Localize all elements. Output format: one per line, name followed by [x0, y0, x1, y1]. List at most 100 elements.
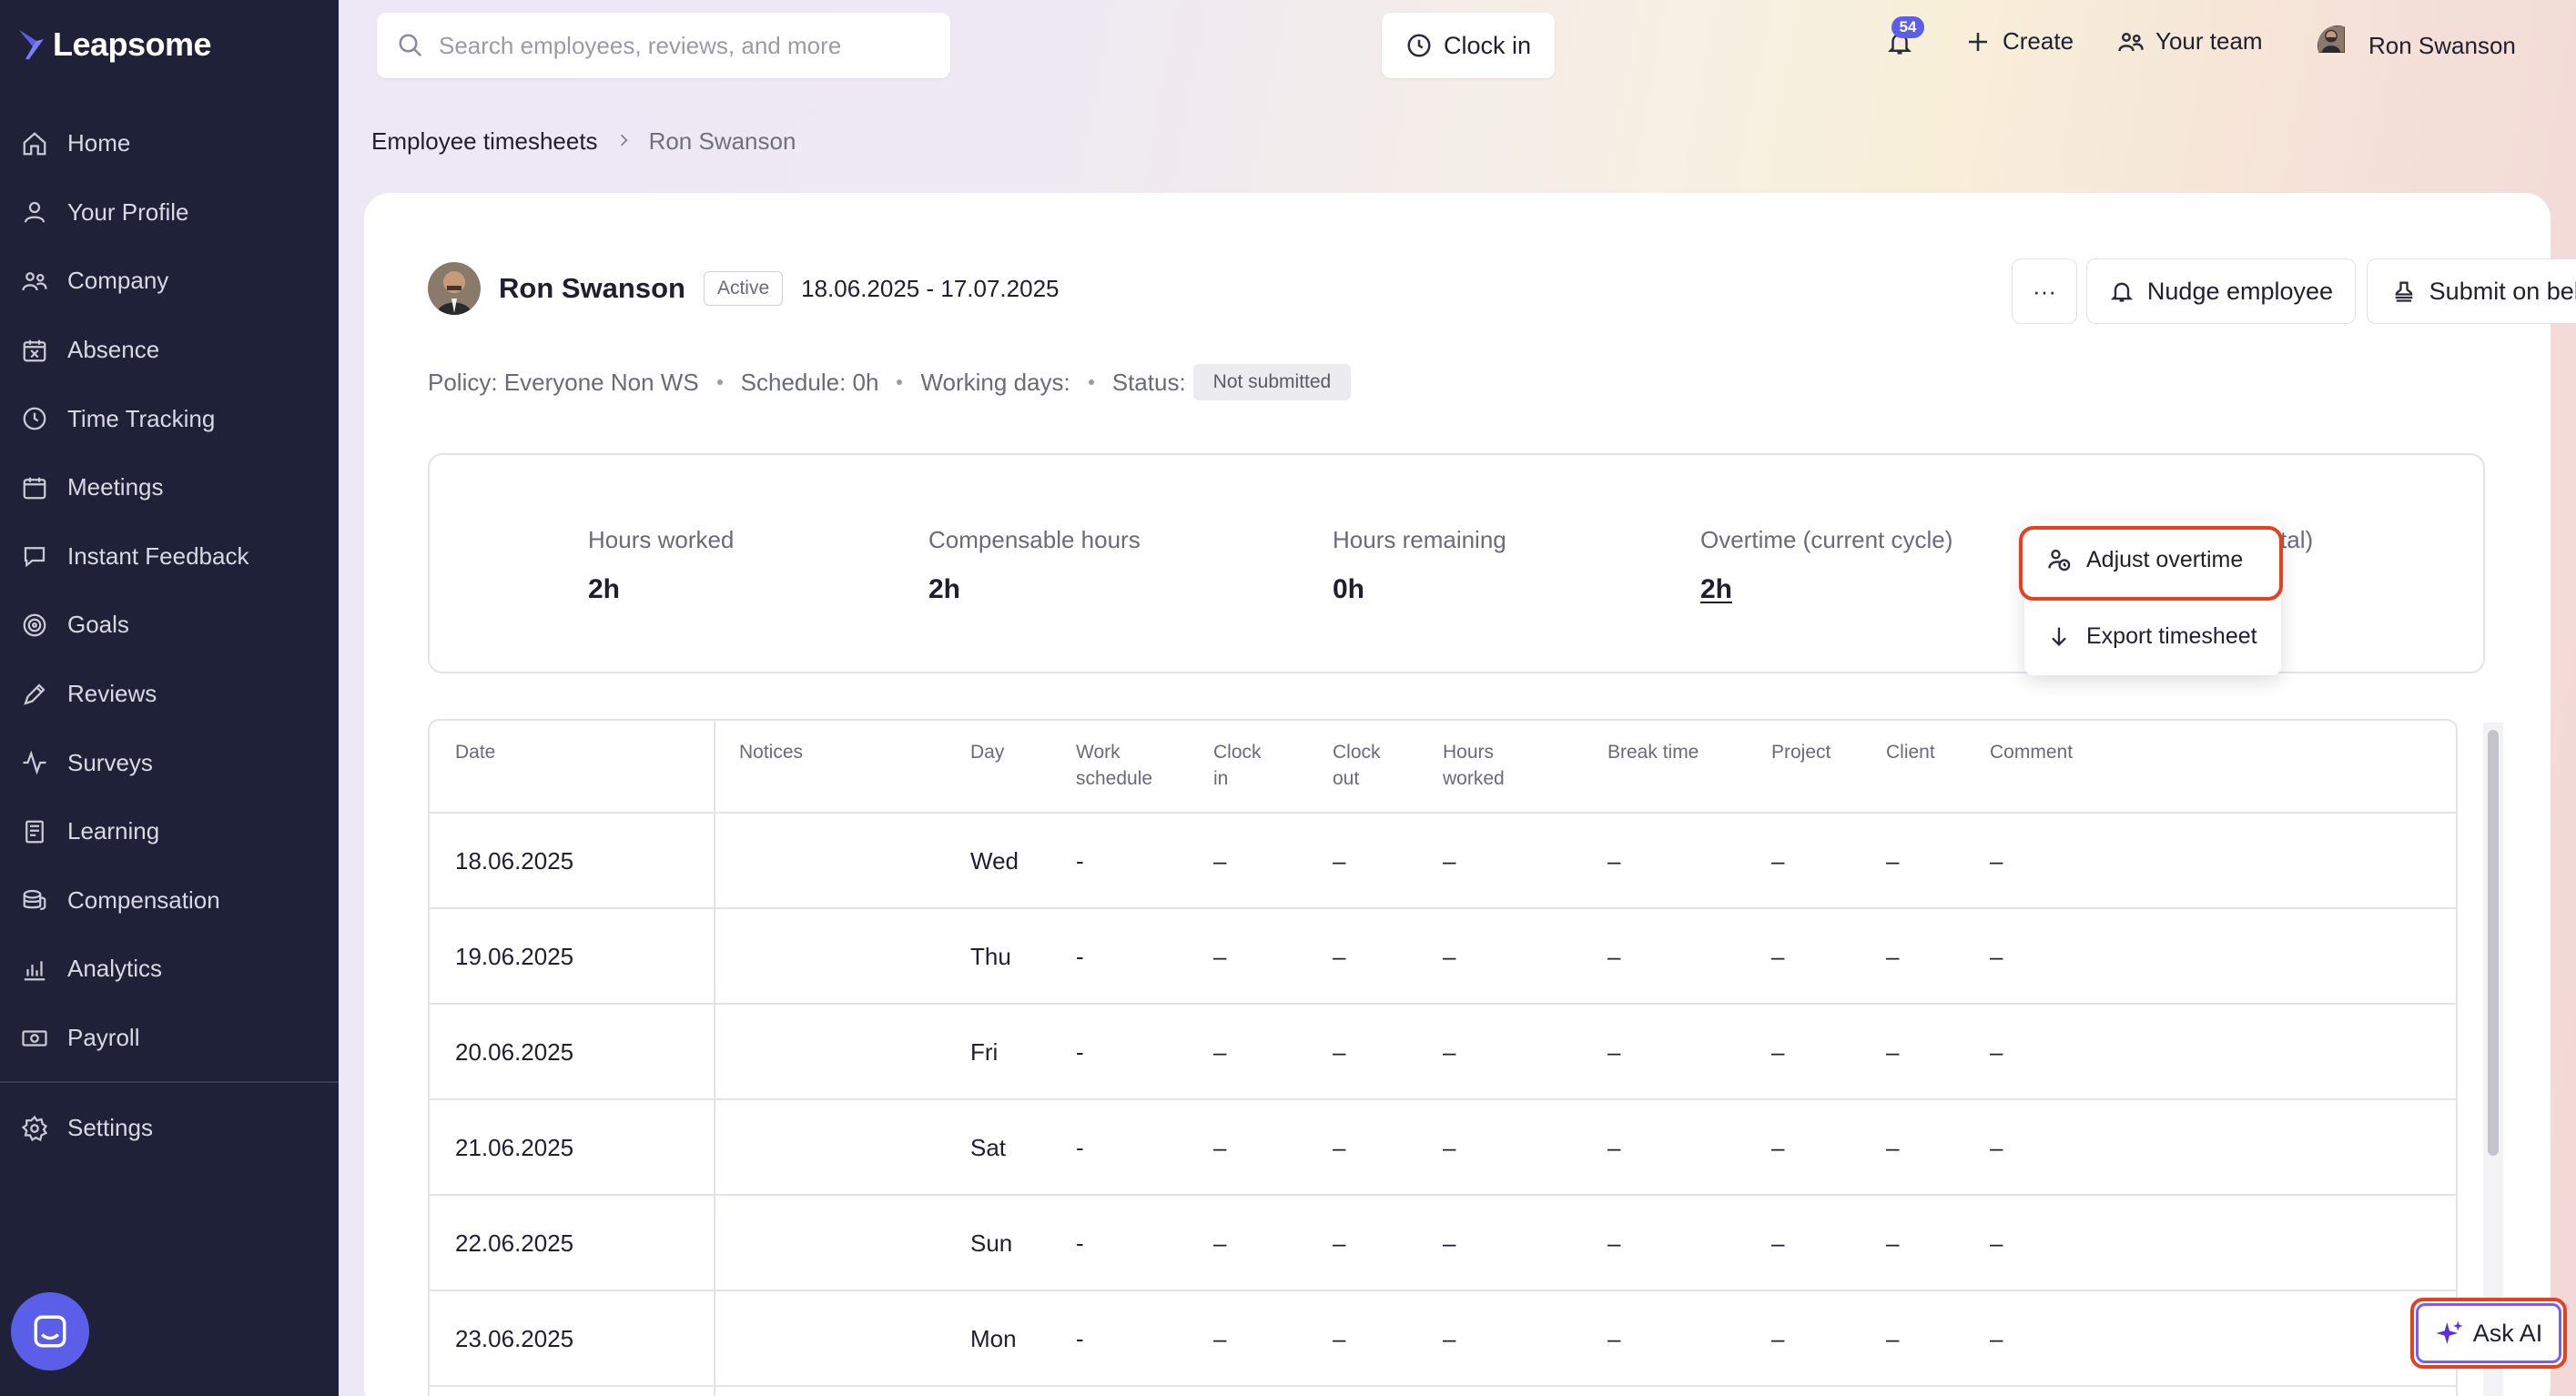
column-header-client: Client [1886, 742, 1935, 763]
target-icon [20, 611, 49, 640]
date-range: 18.06.2025 - 17.07.2025 [801, 274, 1060, 302]
stat-label: Hours remaining [1333, 526, 1506, 553]
table-header: Date Notices Day Work schedule Clock in … [430, 721, 2456, 814]
cell-work-schedule: - [1076, 847, 1084, 875]
cell-date: 19.06.2025 [455, 943, 574, 970]
create-button[interactable]: Create [1964, 27, 2074, 56]
column-header-comment: Comment [1990, 742, 2074, 763]
book-icon [20, 817, 49, 846]
pen-icon [20, 680, 49, 709]
cell-clock-in: – [1213, 1229, 1227, 1257]
cell-client: – [1886, 943, 1900, 970]
cell-clock-in: – [1213, 943, 1227, 970]
cell-hours-worked: – [1443, 1134, 1456, 1161]
status-label: Status: [1111, 368, 1186, 396]
cell-day: Sun [970, 1229, 1013, 1257]
working-days-text: Working days: [920, 368, 1070, 396]
sidebar-item-analytics[interactable]: Analytics [0, 935, 339, 1004]
nudge-employee-button[interactable]: Nudge employee [2086, 258, 2356, 324]
sidebar-item-reviews[interactable]: Reviews [0, 660, 339, 729]
table-scrollbar-thumb[interactable] [2488, 730, 2499, 1156]
sidebar-item-label: Compensation [67, 885, 220, 914]
main-area: Clock in 54 Create Your team Ron Swanson… [339, 0, 2576, 1396]
sidebar-item-compensation[interactable]: Compensation [0, 866, 339, 936]
sidebar-item-label: Meetings [67, 473, 164, 501]
more-options-button[interactable]: ··· [2012, 258, 2077, 324]
policy-details: Policy: Everyone Non WS Schedule: 0h Wor… [428, 364, 1352, 400]
cell-hours-worked: – [1443, 1038, 1456, 1066]
sidebar-item-surveys[interactable]: Surveys [0, 728, 339, 797]
leapsome-logo[interactable]: Leapsome [16, 25, 212, 64]
sidebar-item-meetings[interactable]: Meetings [0, 453, 339, 522]
column-header-date: Date [455, 742, 496, 763]
sidebar-item-instant-feedback[interactable]: Instant Feedback [0, 522, 339, 592]
your-team-button[interactable]: Your team [2117, 27, 2263, 56]
timesheet-table: Date Notices Day Work schedule Clock in … [428, 719, 2458, 1396]
ask-ai-button[interactable]: Ask AI [2410, 1298, 2567, 1369]
cell-client: – [1886, 1229, 1900, 1257]
cell-break-time: – [1607, 847, 1621, 875]
bell-icon [2110, 282, 2134, 302]
support-chat-button[interactable] [11, 1292, 89, 1371]
sidebar-item-company[interactable]: Company [0, 247, 339, 316]
submission-status-badge: Not submitted [1192, 364, 1352, 400]
cell-hours-worked: – [1443, 943, 1456, 970]
sidebar-item-label: Learning [67, 817, 160, 845]
sidebar-item-time-tracking[interactable]: Time Tracking [0, 384, 339, 453]
cell-day: Fri [970, 1038, 999, 1066]
company-icon [20, 267, 49, 296]
stat-label: Hours worked [588, 526, 735, 553]
stat-value: 0h [1333, 574, 1365, 604]
clock-in-button[interactable]: Clock in [1382, 13, 1555, 78]
cell-project: – [1771, 1038, 1785, 1066]
sidebar-divider [0, 1081, 339, 1083]
clock-in-label: Clock in [1443, 31, 1532, 59]
sidebar-item-settings[interactable]: Settings [0, 1094, 339, 1163]
menu-item-export-timesheet[interactable]: Export timesheet [2024, 602, 2281, 670]
breadcrumb-employee-timesheets[interactable]: Employee timesheets [371, 127, 598, 156]
cell-comment: – [1990, 1229, 2003, 1257]
search-bar[interactable] [377, 13, 950, 78]
table-row[interactable]: 22.06.2025 Sun - – – – – – – – [430, 1196, 2456, 1291]
stamp-icon [2395, 281, 2413, 302]
cell-work-schedule: - [1076, 1038, 1084, 1066]
cell-day: Thu [970, 943, 1011, 970]
column-header-day: Day [970, 742, 1005, 763]
sidebar-item-label: Time Tracking [67, 404, 216, 432]
cell-date: 23.06.2025 [455, 1325, 574, 1352]
column-header-hours-worked: Hours worked [1443, 742, 1505, 789]
sidebar-item-absence[interactable]: Absence [0, 316, 339, 385]
table-row[interactable]: 18.06.2025 Wed - – – – – – – – [430, 814, 2456, 909]
cell-day: Wed [970, 847, 1019, 875]
more-options-menu: Adjust overtime Export timesheet [2024, 521, 2281, 675]
sidebar-item-label: Company [67, 267, 169, 295]
column-header-notices: Notices [739, 742, 804, 763]
chat-icon [20, 541, 49, 571]
sidebar-item-goals[interactable]: Goals [0, 591, 339, 660]
cell-break-time: – [1607, 1229, 1621, 1257]
table-row[interactable]: 19.06.2025 Thu - – – – – – – – [430, 909, 2456, 1005]
plus-icon [1969, 32, 1987, 51]
menu-item-adjust-overtime[interactable]: Adjust overtime [2024, 526, 2281, 593]
stat-value: 2h [928, 574, 961, 604]
cell-client: – [1886, 1038, 1900, 1066]
sidebar-item-home[interactable]: Home [0, 109, 339, 178]
employee-header: Ron Swanson Active 18.06.2025 - 17.07.20… [428, 262, 1060, 315]
calendar-x-icon [20, 336, 49, 365]
search-input[interactable] [439, 31, 912, 60]
overtime-current-link[interactable]: 2h [1700, 574, 1952, 605]
sidebar-item-your-profile[interactable]: Your Profile [0, 178, 339, 248]
user-menu-button[interactable]: Ron Swanson [2317, 25, 2516, 66]
table-row[interactable]: 23.06.2025 Mon - – – – – – – – [430, 1291, 2456, 1387]
user-icon [20, 197, 49, 227]
submit-on-behalf-button[interactable]: Submit on behalf [2367, 258, 2576, 324]
table-row[interactable]: 20.06.2025 Fri - – – – – – – – [430, 1005, 2456, 1100]
table-row[interactable]: 21.06.2025 Sat - – – – – – – – [430, 1100, 2456, 1196]
cell-day: Sat [970, 1134, 1007, 1161]
sidebar-item-learning[interactable]: Learning [0, 797, 339, 866]
column-header-work-schedule: Work schedule [1076, 742, 1153, 789]
sidebar-item-label: Absence [67, 336, 160, 364]
pulse-icon [20, 748, 49, 777]
sidebar-item-payroll[interactable]: Payroll [0, 1004, 339, 1073]
cell-project: – [1771, 943, 1785, 970]
